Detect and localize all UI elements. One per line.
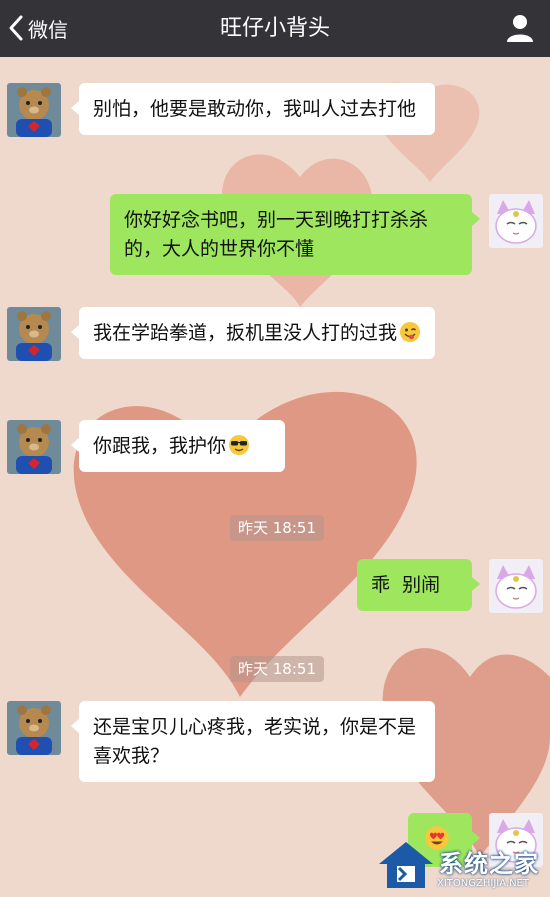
contact-avatar[interactable] [7, 420, 61, 474]
message-text: 你好好念书吧，别一天到晚打打杀杀的，大人的世界你不懂 [124, 209, 429, 260]
contact-avatar[interactable] [7, 307, 61, 361]
cartoon-cat-avatar-icon [489, 559, 543, 613]
contact-avatar[interactable] [7, 701, 61, 755]
message-bubble-received[interactable]: 别怕，他要是敢动你，我叫人过去打他 [71, 83, 435, 135]
message-bubble-received[interactable]: 我在学跆拳道，扳机里没人打的过我 [71, 307, 435, 359]
house-logo-icon [379, 842, 433, 888]
wink-tongue-emoji-icon [400, 322, 421, 342]
site-watermark: 系统之家 XITONGZHIJIA.NET [377, 836, 545, 894]
message-bubble-received[interactable]: 你跟我，我护你 [71, 420, 285, 472]
message-timestamp: 昨天 18:51 [230, 515, 324, 541]
message-bubble-sent[interactable]: 你好好念书吧，别一天到晚打打杀杀的，大人的世界你不懂 [110, 194, 480, 275]
message-bubble-received[interactable]: 还是宝贝儿心疼我，老实说，你是不是喜欢我？ [71, 701, 435, 782]
message-text: 我在学跆拳道，扳机里没人打的过我 [93, 322, 398, 344]
message-text: 你跟我，我护你 [93, 435, 227, 457]
teddy-bear-avatar-icon [7, 307, 61, 361]
chat-title: 旺仔小背头 [219, 16, 330, 41]
message-text: 乖 别闹 [371, 574, 441, 596]
teddy-bear-avatar-icon [7, 83, 61, 137]
my-avatar[interactable] [489, 194, 543, 248]
watermark-url: XITONGZHIJIA.NET [437, 878, 529, 889]
my-avatar[interactable] [489, 559, 543, 613]
contact-avatar[interactable] [7, 83, 61, 137]
watermark-text: 系统之家 [439, 850, 539, 878]
teddy-bear-avatar-icon [7, 701, 61, 755]
cartoon-cat-avatar-icon [489, 194, 543, 248]
teddy-bear-avatar-icon [7, 420, 61, 474]
message-text: 还是宝贝儿心疼我，老实说，你是不是喜欢我？ [93, 716, 417, 767]
sunglasses-emoji-icon [229, 435, 250, 455]
person-icon [507, 15, 533, 42]
contact-profile-button[interactable] [504, 12, 536, 44]
message-bubble-sent[interactable]: 乖 别闹 [357, 559, 480, 611]
navigation-bar: 微信 旺仔小背头 [0, 0, 550, 57]
message-text: 别怕，他要是敢动你，我叫人过去打他 [93, 98, 417, 120]
message-timestamp: 昨天 18:51 [230, 656, 324, 682]
